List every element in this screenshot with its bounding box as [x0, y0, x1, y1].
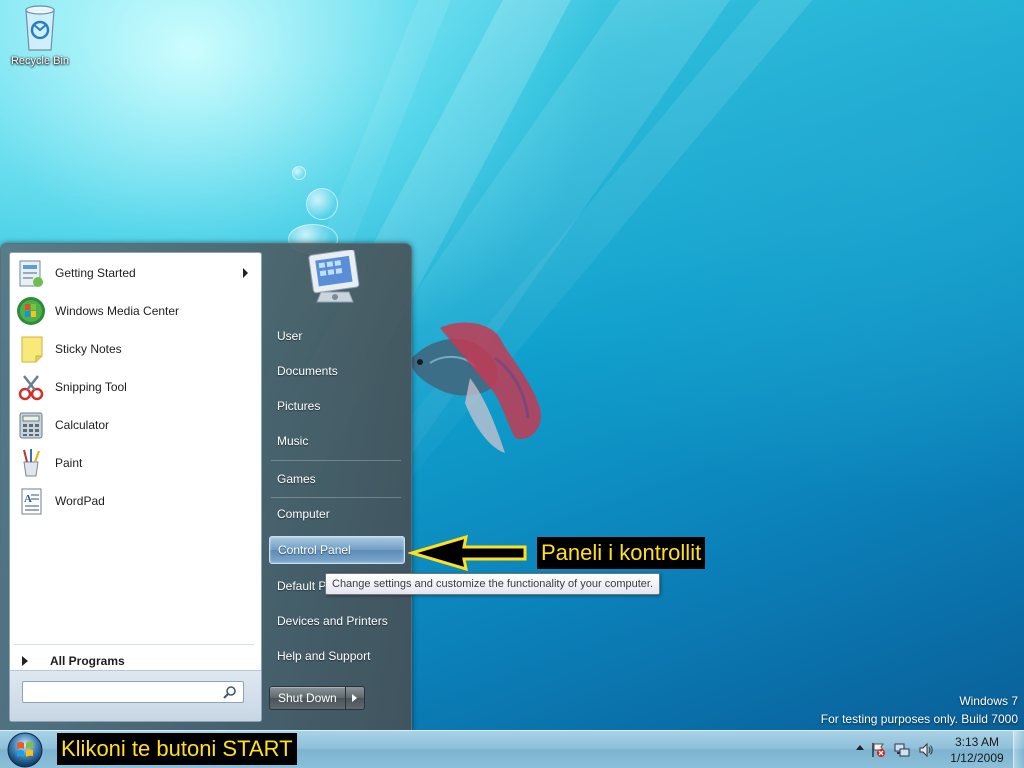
- bubble: [306, 188, 338, 220]
- recycle-bin[interactable]: Recycle Bin: [8, 2, 72, 67]
- search-icon[interactable]: [223, 685, 237, 702]
- program-calculator[interactable]: Calculator: [13, 407, 258, 443]
- build-watermark: Windows 7 For testing purposes only. Bui…: [821, 692, 1018, 728]
- program-paint[interactable]: Paint: [13, 445, 258, 481]
- clock-time: 3:13 AM: [954, 735, 1000, 749]
- recycle-bin-icon: [25, 5, 55, 51]
- annotation-arrow-icon: [408, 534, 527, 572]
- svg-text:A: A: [24, 493, 32, 505]
- divider: [14, 644, 254, 645]
- start-menu-links-pane: User Documents Pictures Music Games Comp…: [263, 244, 409, 728]
- program-sticky-notes[interactable]: Sticky Notes: [13, 331, 258, 367]
- link-help-and-support[interactable]: Help and Support: [269, 642, 405, 670]
- user-picture[interactable]: [307, 249, 363, 306]
- link-devices-and-printers[interactable]: Devices and Printers: [269, 607, 405, 635]
- program-label: Getting Started: [55, 266, 136, 280]
- link-user[interactable]: User: [269, 322, 405, 350]
- all-programs-button[interactable]: All Programs: [16, 651, 256, 671]
- link-computer[interactable]: Computer: [269, 500, 405, 528]
- watermark-os: Windows 7: [959, 694, 1018, 708]
- action-center-flag-icon[interactable]: [870, 742, 886, 761]
- shutdown-options-button[interactable]: [345, 686, 365, 710]
- divider: [271, 497, 401, 498]
- all-programs-label: All Programs: [50, 654, 125, 668]
- program-label: Sticky Notes: [55, 342, 122, 356]
- recycle-bin-label: Recycle Bin: [10, 55, 70, 67]
- divider: [271, 460, 401, 461]
- program-label: Calculator: [55, 418, 110, 432]
- expand-arrow-icon: [22, 656, 28, 666]
- start-button[interactable]: [6, 732, 44, 768]
- network-icon[interactable]: [894, 742, 910, 761]
- link-pictures[interactable]: Pictures: [269, 392, 405, 420]
- clock[interactable]: 3:13 AM 1/12/2009: [949, 734, 1005, 766]
- program-label: Snipping Tool: [55, 380, 127, 394]
- link-documents[interactable]: Documents: [269, 357, 405, 385]
- search-input[interactable]: [23, 682, 217, 700]
- annotation-start-button-label: Klikoni te butoni START: [57, 733, 297, 765]
- show-hidden-icons-icon[interactable]: [856, 745, 864, 750]
- clock-date: 1/12/2009: [950, 751, 1004, 765]
- link-music[interactable]: Music: [269, 427, 405, 455]
- program-label: Paint: [55, 456, 83, 470]
- snipping-tool-icon: [15, 371, 47, 403]
- paint-icon: [15, 447, 47, 479]
- bubble: [292, 166, 306, 180]
- link-games[interactable]: Games: [269, 465, 405, 493]
- program-wordpad[interactable]: A WordPad: [13, 483, 258, 519]
- program-snipping-tool[interactable]: Snipping Tool: [13, 369, 258, 405]
- start-menu-programs-pane: Getting Started Windows Media Center Sti…: [9, 252, 262, 722]
- getting-started-icon: [15, 257, 47, 289]
- show-desktop-button[interactable]: [1013, 731, 1024, 768]
- control-panel-tooltip: Change settings and customize the functi…: [325, 573, 661, 595]
- betta-fish-image: [410, 322, 541, 453]
- volume-icon[interactable]: [918, 742, 934, 761]
- system-tray: 3:13 AM 1/12/2009: [834, 731, 1024, 768]
- search-area: [10, 670, 261, 721]
- shutdown-button[interactable]: Shut Down: [269, 686, 346, 710]
- wordpad-icon: A: [15, 485, 47, 517]
- program-windows-media-center[interactable]: Windows Media Center: [13, 293, 258, 329]
- submenu-arrow-icon[interactable]: [243, 268, 248, 278]
- watermark-build: For testing purposes only. Build 7000: [820, 712, 1018, 726]
- search-box[interactable]: [22, 681, 244, 703]
- program-label: WordPad: [55, 494, 105, 508]
- user-avatar-icon: [308, 249, 360, 303]
- link-control-panel[interactable]: Control Panel: [269, 536, 405, 564]
- media-center-icon: [15, 295, 47, 327]
- start-menu: Getting Started Windows Media Center Sti…: [0, 243, 412, 731]
- program-getting-started[interactable]: Getting Started: [13, 255, 258, 291]
- program-label: Windows Media Center: [55, 304, 180, 318]
- annotation-control-panel-label: Paneli i kontrollit: [537, 537, 706, 569]
- windows-orb-icon: [7, 732, 43, 768]
- sticky-notes-icon: [15, 333, 47, 365]
- shutdown-group: Shut Down: [269, 686, 365, 710]
- chevron-right-icon: [352, 694, 358, 702]
- calculator-icon: [15, 409, 47, 441]
